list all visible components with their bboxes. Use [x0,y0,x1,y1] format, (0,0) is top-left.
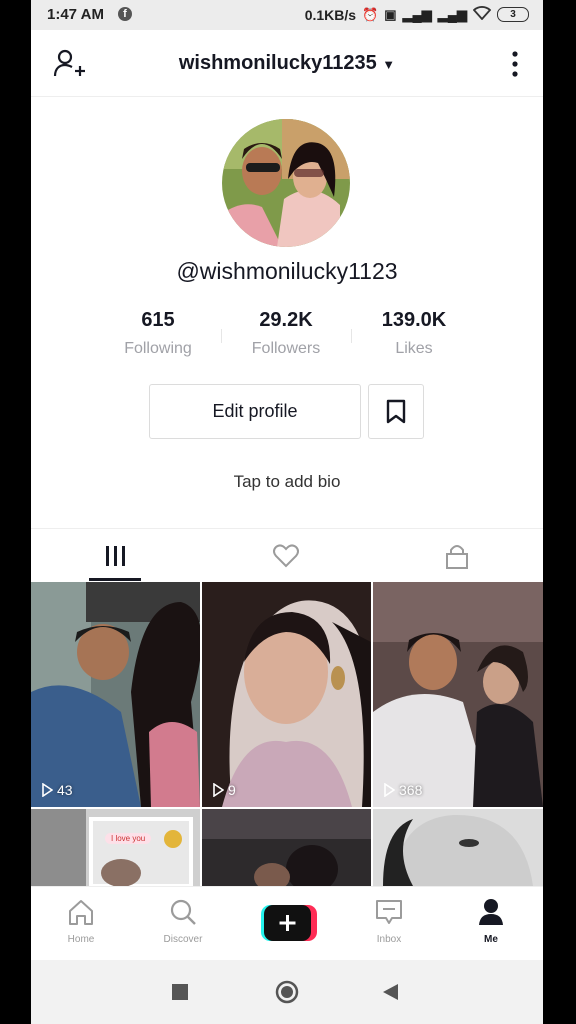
content-tabs [31,530,543,582]
account-switcher[interactable]: wishmonilucky11235 ▼ [31,52,543,75]
heart-icon [273,544,299,568]
bookmark-icon [386,399,406,424]
facebook-icon: f [118,7,132,21]
active-tab-indicator [89,578,141,581]
avatar[interactable] [222,119,350,247]
tab-videos[interactable] [31,530,201,582]
caret-down-icon: ▼ [382,57,396,72]
divider [351,329,352,343]
sticker-text: I love you [105,833,152,844]
grid-icon [106,546,125,566]
video-thumbnail[interactable]: I love you [31,809,200,886]
tab-liked[interactable] [201,530,371,582]
bottom-nav: Home Discover Inbox Me [31,886,543,961]
signal-icon-2: ▂▄▆ [437,6,467,22]
view-count: 9 [212,782,236,798]
nav-label: Me [484,934,498,945]
add-bio-prompt[interactable]: Tap to add bio [31,472,543,492]
volte-icon: ▣ [384,6,397,22]
stat-followers[interactable]: 29.2K Followers [226,309,346,358]
username: wishmonilucky11235 [178,52,377,74]
video-thumbnail[interactable]: 368 [373,582,543,807]
view-count: 368 [383,782,422,798]
phone-screen: 1:47 AM f 0.1KB/s ⏰ ▣ ▂▄▆ ▂▄▆ 3 wishmoni… [31,0,543,1024]
stat-value: 29.2K [259,309,313,331]
stat-value: 615 [141,309,175,331]
nav-home[interactable]: Home [41,897,121,945]
profile-stats: 615 Following 29.2K Followers 139.0K Lik… [91,309,483,365]
status-bar: 1:47 AM f 0.1KB/s ⏰ ▣ ▂▄▆ ▂▄▆ 3 [31,0,543,30]
video-thumbnail[interactable] [202,809,371,886]
video-thumbnail[interactable]: 9 [202,582,371,807]
nav-discover[interactable]: Discover [143,897,223,945]
edit-profile-button[interactable]: Edit profile [149,384,361,439]
system-nav-bar [31,960,543,1024]
video-thumbnail[interactable]: 43 [31,582,200,807]
tab-private[interactable] [371,530,541,582]
stat-label: Following [124,340,192,357]
back-icon [383,984,398,1000]
video-grid: 43 9 368 I love you [31,582,543,886]
divider [221,329,222,343]
view-count-value: 9 [228,782,236,798]
wifi-icon [472,6,492,23]
nav-label: Inbox [376,934,402,945]
stat-likes[interactable]: 139.0K Likes [354,309,474,358]
view-count-value: 43 [57,782,73,798]
divider [31,528,543,529]
stat-value: 139.0K [381,309,447,331]
search-icon [170,899,196,925]
battery-icon: 3 [497,7,529,22]
inbox-icon [376,900,402,924]
recents-icon [172,984,188,1000]
more-options-icon[interactable] [511,50,519,78]
profile-header: wishmonilucky11235 ▼ [31,30,543,97]
stat-label: Followers [251,340,321,357]
view-count-value: 368 [399,782,423,798]
nav-inbox[interactable]: Inbox [349,897,429,945]
favorites-button[interactable] [368,384,424,439]
plus-icon [261,905,317,941]
signal-icon: ▂▄▆ [402,6,432,22]
nav-label: Home [67,934,95,945]
home-icon [69,900,93,925]
status-right: 0.1KB/s ⏰ ▣ ▂▄▆ ▂▄▆ 3 [305,6,529,23]
status-time: 1:47 AM [47,6,104,23]
video-thumbnail[interactable] [373,809,543,886]
profile-icon [479,899,503,925]
alarm-icon: ⏰ [362,6,379,22]
play-icon [384,783,395,797]
nav-me[interactable]: Me [451,897,531,945]
view-count: 43 [41,782,73,798]
profile-handle: @wishmonilucky1123 [176,258,398,284]
play-icon [213,783,224,797]
lock-icon [446,545,468,569]
stat-following[interactable]: 615 Following [98,309,218,358]
stat-label: Likes [395,340,433,357]
create-button[interactable] [247,903,327,948]
nav-label: Discover [163,934,203,945]
net-speed: 0.1KB/s [304,6,357,23]
play-icon [42,783,53,797]
